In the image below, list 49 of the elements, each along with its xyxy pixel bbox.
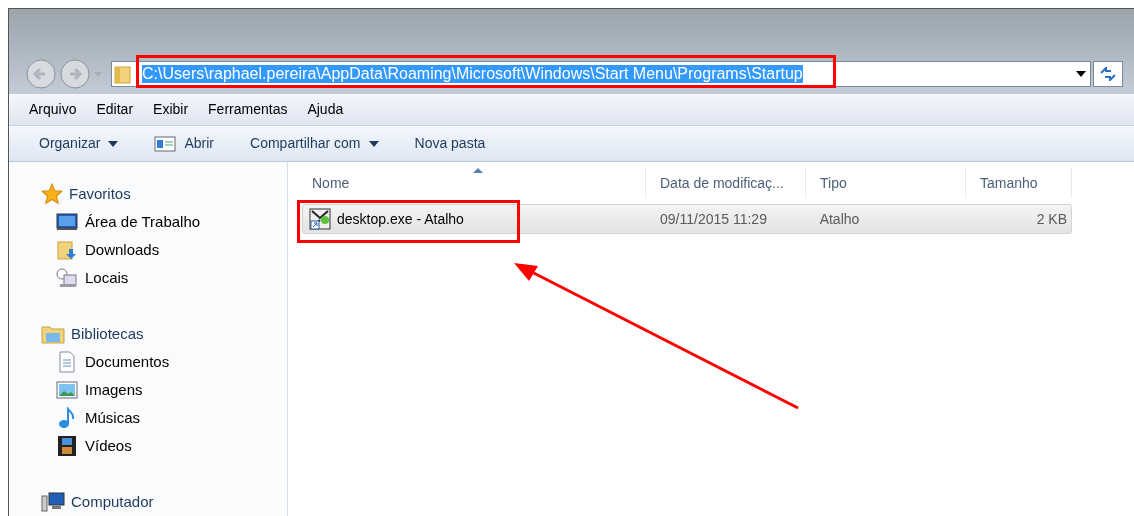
navigation-item[interactable]: Imagens bbox=[41, 376, 287, 404]
navigation-item[interactable]: Vídeos bbox=[41, 432, 287, 460]
monitor-icon bbox=[56, 213, 78, 231]
table-cell-text: Atalho bbox=[819, 209, 860, 229]
menu-item[interactable]: Exibir bbox=[153, 99, 189, 121]
menu-item[interactable]: Ajuda bbox=[307, 99, 344, 121]
refresh-button[interactable] bbox=[1093, 61, 1123, 88]
caret-icon bbox=[368, 140, 379, 147]
table-cell-text: desktop.exe - Atalho bbox=[337, 209, 464, 229]
caret-icon bbox=[108, 140, 119, 147]
navigation-item[interactable]: Locais bbox=[41, 264, 287, 292]
toolbar-button[interactable]: Abrir bbox=[154, 133, 215, 155]
toolbar-button[interactable]: Nova pasta bbox=[414, 133, 486, 155]
toolbar-button[interactable]: Organizar bbox=[39, 133, 119, 155]
column-header[interactable]: Tipo bbox=[806, 168, 966, 198]
menu-item[interactable]: Ferramentas bbox=[208, 99, 288, 121]
column-header[interactable]: Data de modificaç... bbox=[646, 168, 806, 198]
folder-download-icon bbox=[57, 239, 77, 261]
navigation-item[interactable]: Downloads bbox=[41, 236, 287, 264]
recent-places-icon bbox=[56, 268, 78, 288]
dropdown-caret-icon[interactable] bbox=[1076, 71, 1086, 78]
shortcut-icon bbox=[309, 208, 331, 230]
navigation-item[interactable]: Músicas bbox=[41, 404, 287, 432]
picture-icon bbox=[56, 381, 78, 399]
menu-item[interactable]: Editar bbox=[96, 99, 134, 121]
computer-icon bbox=[41, 492, 65, 512]
forward-button[interactable] bbox=[59, 58, 91, 91]
table-cell-text: 09/11/2015 11:29 bbox=[660, 209, 767, 229]
back-button[interactable] bbox=[25, 58, 57, 91]
star-icon bbox=[41, 183, 63, 205]
navigation-item[interactable]: Computador bbox=[41, 488, 287, 516]
film-icon bbox=[57, 435, 77, 457]
library-folder-icon bbox=[41, 324, 65, 344]
navigation-item[interactable]: Bibliotecas bbox=[41, 320, 287, 348]
navigation-item[interactable]: Área de Trabalho bbox=[41, 208, 287, 236]
toolbar-button[interactable]: Compartilhar com bbox=[250, 133, 379, 155]
table-cell-text: 2 KB bbox=[1036, 209, 1067, 229]
refresh-icon bbox=[1099, 67, 1117, 82]
history-dropdown-icon[interactable] bbox=[93, 70, 103, 79]
sort-arrow-icon bbox=[473, 168, 483, 173]
menu-item[interactable]: Arquivo bbox=[29, 99, 77, 121]
navigation-item[interactable]: Documentos bbox=[41, 348, 287, 376]
document-icon bbox=[58, 351, 76, 373]
column-header[interactable]: Tamanho bbox=[966, 168, 1072, 198]
file-row[interactable]: desktop.exe - Atalho 09/11/2015 11:29 Atalho 2 KB bbox=[302, 204, 1072, 234]
folder-icon bbox=[114, 64, 132, 85]
window-icon bbox=[154, 135, 177, 152]
music-note-icon bbox=[58, 407, 76, 429]
navigation-item[interactable]: Favoritos bbox=[41, 180, 287, 208]
